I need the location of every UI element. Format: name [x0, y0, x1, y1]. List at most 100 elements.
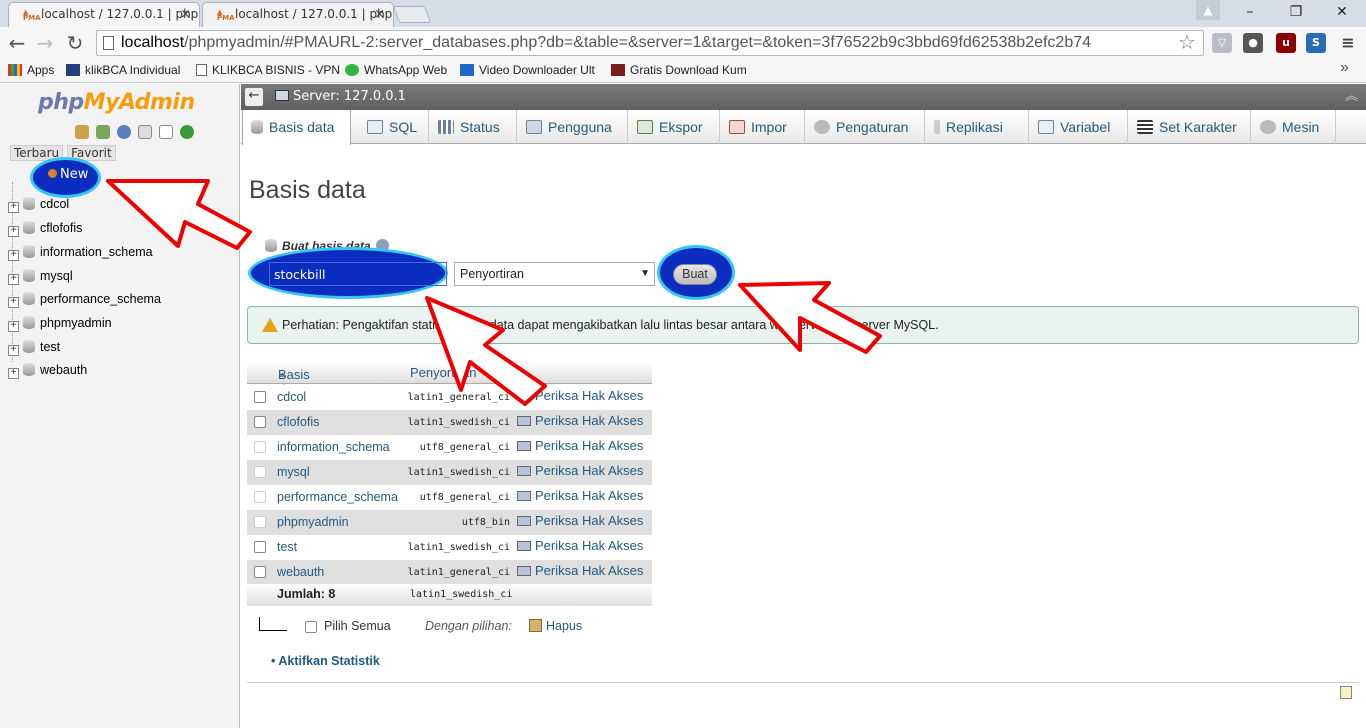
browser-tab-2[interactable]: ▲ PMA localhost / 127.0.0.1 | php × [202, 2, 394, 27]
s-extension-icon[interactable]: S [1306, 33, 1326, 53]
collapse-panel-icon[interactable]: ← [245, 88, 263, 106]
expand-icon[interactable]: + [8, 226, 19, 237]
tree-item-test[interactable]: + test [8, 340, 60, 358]
tab-settings[interactable]: Pengaturan [806, 110, 925, 144]
database-name-link[interactable]: information_schema [277, 440, 390, 454]
close-tab-icon[interactable]: × [180, 3, 191, 26]
tab-replication[interactable]: Replikasi [926, 110, 1029, 144]
tree-item-webauth[interactable]: + webauth [8, 363, 87, 381]
refresh-icon[interactable] [180, 125, 195, 139]
help-icon[interactable] [117, 125, 132, 139]
film-extension-icon[interactable]: ● [1243, 33, 1263, 53]
close-tab-icon[interactable]: × [374, 3, 385, 26]
expand-icon[interactable]: + [8, 202, 19, 213]
check-privileges-link[interactable]: Periksa Hak Akses [517, 488, 643, 503]
expand-icon[interactable]: + [8, 297, 19, 308]
row-checkbox[interactable] [254, 441, 266, 453]
tree-item-phpmyadmin[interactable]: + phpmyadmin [8, 316, 112, 334]
row-checkbox[interactable] [254, 466, 266, 478]
column-header-collation[interactable]: Penyortiran [410, 365, 476, 380]
bookmark-video-downloader[interactable]: Video Downloader Ult [460, 63, 595, 77]
menu-icon[interactable]: ≡ [1338, 33, 1358, 53]
docs-icon[interactable] [138, 125, 153, 139]
database-name-input[interactable] [269, 262, 447, 286]
create-database-button[interactable]: Buat [673, 264, 717, 285]
copy-icon[interactable] [159, 125, 174, 139]
expand-icon[interactable]: + [8, 368, 19, 379]
reload-icon[interactable]: ↻ [62, 30, 88, 56]
expand-icon[interactable]: + [8, 321, 19, 332]
restore-icon[interactable]: ❐ [1274, 0, 1318, 24]
collation-select[interactable]: Penyortiran ▼ [454, 262, 655, 286]
back-icon[interactable]: ← [4, 30, 30, 56]
select-all-label[interactable]: Pilih Semua [324, 619, 391, 633]
tree-item-performance-schema[interactable]: + performance_schema [8, 292, 161, 310]
bookmark-klikbca-bisnis[interactable]: KLIKBCA BISNIS - VPN [196, 63, 340, 77]
bookmark-apps[interactable]: Apps [8, 63, 54, 77]
scroll-top-icon[interactable]: ︽ [1345, 84, 1358, 110]
row-checkbox[interactable] [254, 566, 266, 578]
logout-icon[interactable] [96, 125, 111, 139]
check-privileges-link[interactable]: Periksa Hak Akses [517, 563, 643, 578]
tree-item-cdcol[interactable]: + cdcol [8, 197, 69, 215]
check-privileges-link[interactable]: Periksa Hak Akses [517, 388, 643, 403]
home-icon[interactable] [75, 125, 89, 139]
bookmarks-overflow-icon[interactable]: » [1340, 59, 1349, 77]
tree-item-information-schema[interactable]: + information_schema [8, 245, 153, 263]
page-title: Basis data [249, 176, 366, 204]
check-privileges-link[interactable]: Periksa Hak Akses [517, 438, 643, 453]
bookmark-whatsapp[interactable]: WhatsApp Web [345, 63, 447, 77]
tab-status[interactable]: Status [430, 110, 517, 144]
shield-extension-icon[interactable]: ▽ [1212, 33, 1232, 53]
row-checkbox[interactable] [254, 516, 266, 528]
expand-icon[interactable]: + [8, 345, 19, 356]
tree-item-cflofofis[interactable]: + cflofofis [8, 221, 82, 239]
check-privileges-link[interactable]: Periksa Hak Akses [517, 463, 643, 478]
row-checkbox[interactable] [254, 491, 266, 503]
check-privileges-link[interactable]: Periksa Hak Akses [517, 538, 643, 553]
tab-users[interactable]: Pengguna [518, 110, 628, 144]
row-checkbox[interactable] [254, 541, 266, 553]
bookmark-star-icon[interactable]: ☆ [1178, 30, 1196, 54]
address-bar[interactable]: localhost/phpmyadmin/#PMAURL-2:server_da… [96, 30, 1204, 56]
database-name-link[interactable]: performance_schema [277, 490, 398, 504]
enable-statistics-link[interactable]: • Aktifkan Statistik [271, 654, 380, 668]
tab-import[interactable]: Impor [721, 110, 805, 144]
tab-engines[interactable]: Mesin [1252, 110, 1336, 144]
row-checkbox[interactable] [254, 391, 266, 403]
browser-tab-1[interactable]: ▲ PMA localhost / 127.0.0.1 | php × [8, 2, 200, 27]
expand-icon[interactable]: + [8, 250, 19, 261]
server-breadcrumb[interactable]: Server: 127.0.0.1 [275, 84, 406, 110]
select-all-checkbox[interactable] [305, 621, 317, 633]
new-tab-button[interactable] [392, 6, 432, 23]
minimize-icon[interactable]: – [1228, 0, 1272, 24]
tab-databases[interactable]: Basis data [242, 110, 351, 145]
row-checkbox[interactable] [254, 416, 266, 428]
tab-sql[interactable]: SQL [359, 110, 429, 144]
database-name-link[interactable]: test [277, 540, 297, 554]
console-icon[interactable] [1340, 686, 1352, 699]
tab-variables[interactable]: Variabel [1030, 110, 1128, 144]
bookmark-klikbca[interactable]: klikBCA Individual [66, 63, 180, 77]
tab-charsets[interactable]: Set Karakter [1129, 110, 1251, 144]
new-database-link[interactable]: New [30, 157, 101, 198]
column-header-database[interactable]: Basis data ▲ [278, 365, 310, 397]
profile-icon[interactable]: ▲ [1196, 0, 1220, 20]
close-window-icon[interactable]: ✕ [1320, 0, 1364, 24]
database-name-link[interactable]: cdcol [277, 390, 306, 404]
database-name-link[interactable]: mysql [277, 465, 310, 479]
check-privileges-link[interactable]: Periksa Hak Akses [517, 513, 643, 528]
database-name-link[interactable]: webauth [277, 565, 324, 579]
users-icon [526, 120, 542, 134]
check-privileges-link[interactable]: Periksa Hak Akses [517, 413, 643, 428]
phpmyadmin-logo[interactable]: phpMyAdmin [38, 90, 195, 115]
ublock-icon[interactable]: u [1276, 33, 1296, 53]
bookmark-gratis-download[interactable]: Gratis Download Kum [611, 63, 747, 77]
expand-icon[interactable]: + [8, 274, 19, 285]
tree-item-mysql[interactable]: + mysql [8, 269, 73, 287]
database-name-link[interactable]: cflofofis [277, 415, 319, 429]
database-name-link[interactable]: phpmyadmin [277, 515, 349, 529]
tab-export[interactable]: Ekspor [629, 110, 720, 144]
delete-button[interactable]: Hapus [529, 619, 582, 633]
forward-icon[interactable]: → [32, 30, 58, 56]
